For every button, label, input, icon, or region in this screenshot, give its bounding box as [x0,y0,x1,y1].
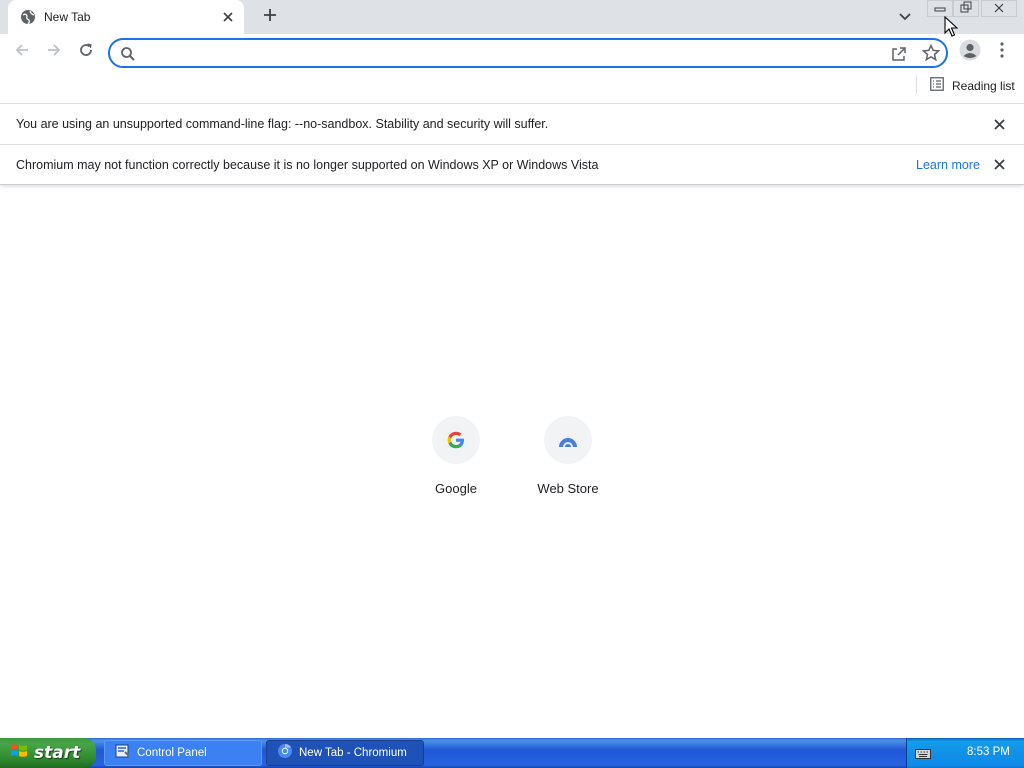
tab-title: New Tab [44,10,91,24]
google-g-icon [432,416,480,464]
menu-button[interactable] [990,38,1014,66]
reading-list-button[interactable]: Reading list [926,75,1019,97]
windows-logo-icon [10,742,28,765]
taskbar-item-label: Control Panel [137,747,207,759]
star-icon[interactable] [921,43,941,62]
shortcut-web-store[interactable]: Web Store [512,416,624,506]
tab-new-tab[interactable]: New Tab [8,0,244,34]
start-label: start [34,743,81,763]
infobar-message: You are using an unsupported command-lin… [16,117,549,131]
tab-search-button[interactable] [894,6,916,28]
bookmarks-bar: Reading list [0,70,1024,102]
window-close-button[interactable] [981,0,1017,17]
new-tab-button[interactable] [258,5,282,29]
taskbar-item-control-panel[interactable]: Control Panel [104,740,262,766]
minimize-icon [934,0,946,18]
tab-close-icon[interactable] [220,9,236,25]
address-bar[interactable] [108,38,948,68]
restore-button[interactable] [953,0,979,17]
taskbar-item-chromium[interactable]: New Tab - Chromium [266,740,424,766]
taskbar-item-label: New Tab - Chromium [299,747,407,759]
toolbar [0,34,1024,70]
shortcut-label: Google [435,481,477,496]
person-icon [959,39,981,66]
reload-icon [78,42,94,63]
infobar-message: Chromium may not function correctly beca… [16,157,599,172]
minimize-button[interactable] [927,0,953,17]
keyboard-icon[interactable] [915,747,931,759]
arrow-right-icon [46,42,62,63]
chevron-down-icon [899,8,911,26]
system-tray: 8:53 PM [906,738,1024,768]
control-panel-icon [115,743,131,764]
shortcut-google[interactable]: Google [400,416,512,506]
shortcut-label: Web Store [537,481,599,496]
plus-icon [263,8,277,27]
reading-list-label: Reading list [952,79,1015,93]
omnibox-input[interactable] [144,43,884,63]
reload-button[interactable] [72,38,100,66]
learn-more-link[interactable]: Learn more [916,158,980,172]
close-icon [993,0,1005,18]
share-icon[interactable] [890,45,908,63]
infobar-close-icon[interactable] [991,157,1007,173]
back-button[interactable] [8,38,36,66]
forward-button[interactable] [40,38,68,66]
kebab-menu-icon [1000,41,1004,63]
profile-button[interactable] [956,38,984,66]
webstore-icon [544,416,592,464]
search-icon [120,46,136,62]
globe-icon [20,9,36,25]
infobar-sandbox-warning: You are using an unsupported command-lin… [0,103,1024,144]
list-icon [930,76,944,96]
tab-strip: New Tab [0,0,1024,34]
restore-icon [960,0,972,18]
infobar-close-icon[interactable] [991,116,1007,132]
chromium-icon [277,743,293,764]
infobar-unsupported-os: Chromium may not function correctly beca… [0,144,1024,185]
start-button[interactable]: start [0,738,96,768]
bookmarks-separator [916,76,917,94]
taskbar: start Control Panel New Tab - Chromium 8… [0,738,1024,768]
clock: 8:53 PM [967,746,1010,758]
arrow-left-icon [14,42,30,63]
